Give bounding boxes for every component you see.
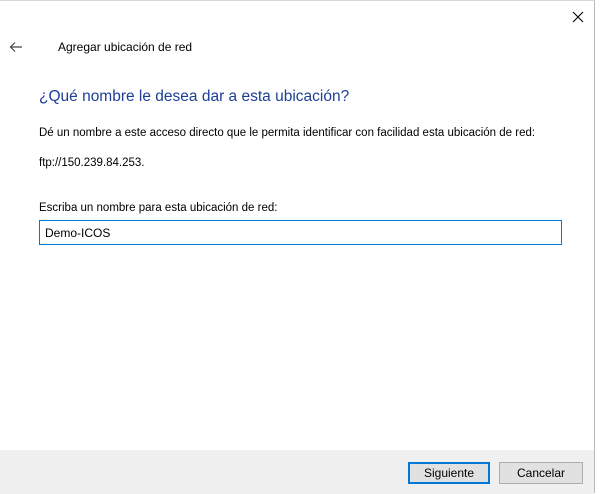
name-field-label: Escriba un nombre para esta ubicación de… bbox=[39, 202, 278, 214]
location-name-input[interactable] bbox=[39, 220, 562, 245]
next-button[interactable]: Siguiente bbox=[408, 462, 490, 484]
cancel-button[interactable]: Cancelar bbox=[499, 462, 583, 484]
wizard-window: Agregar ubicación de red ¿Qué nombre le … bbox=[0, 0, 595, 494]
network-address: ftp://150.239.84.253. bbox=[39, 157, 145, 169]
page-heading: ¿Qué nombre le desea dar a esta ubicació… bbox=[39, 88, 350, 105]
wizard-footer: Siguiente Cancelar bbox=[0, 450, 594, 494]
close-button[interactable] bbox=[562, 3, 594, 31]
description-text: Dé un nombre a este acceso directo que l… bbox=[39, 127, 536, 139]
close-icon bbox=[572, 11, 584, 23]
wizard-title: Agregar ubicación de red bbox=[58, 40, 193, 54]
back-arrow-icon bbox=[9, 42, 22, 52]
back-button[interactable] bbox=[4, 35, 28, 59]
